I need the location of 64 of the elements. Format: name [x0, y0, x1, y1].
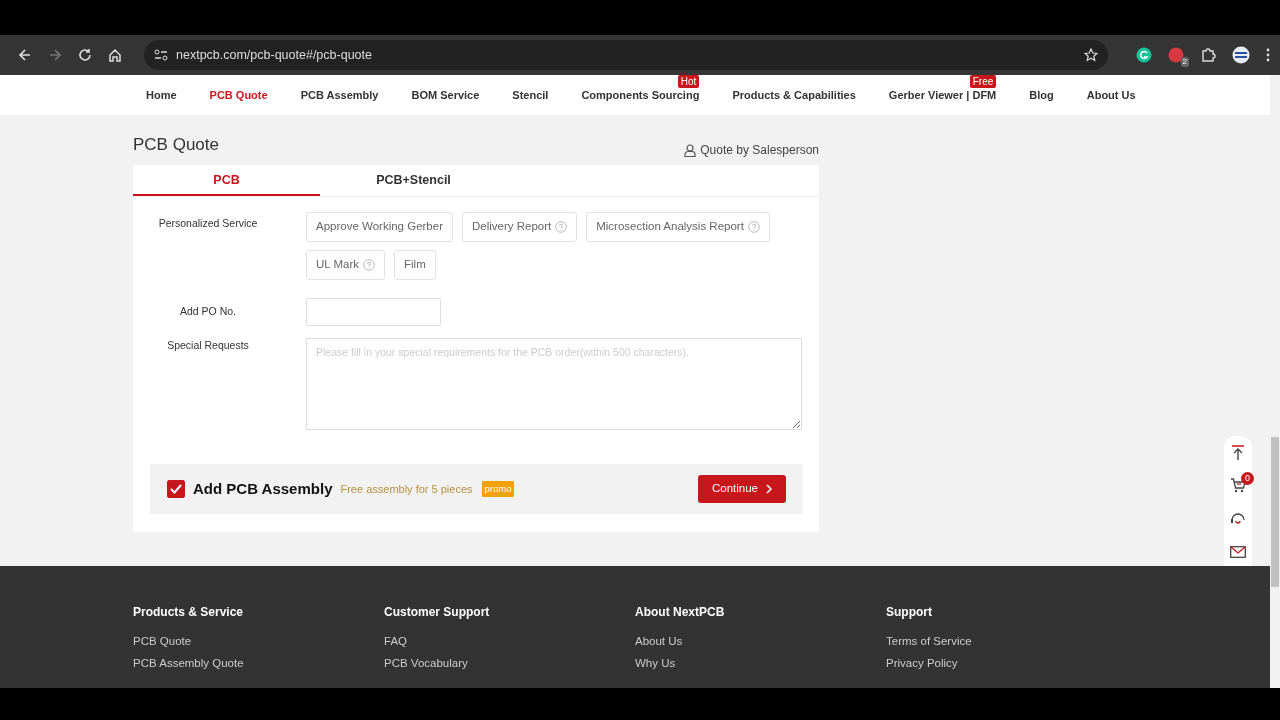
star-icon[interactable]: [1084, 48, 1098, 62]
service-option[interactable]: Microsection Analysis Report: [586, 212, 770, 242]
address-bar[interactable]: nextpcb.com/pcb-quote#/pcb-quote: [144, 40, 1108, 70]
nav-link[interactable]: Gerber Viewer | DFM: [888, 86, 997, 104]
profile-icon[interactable]: [1232, 46, 1250, 64]
extension-badge: 2: [1180, 57, 1189, 67]
service-option[interactable]: Approve Working Gerber: [306, 212, 453, 242]
footer-link[interactable]: PCB Quote: [133, 630, 384, 652]
promo-tag: promo: [481, 480, 515, 498]
extension-icon[interactable]: [1168, 47, 1184, 63]
nav-tag: Hot: [677, 75, 700, 88]
nav-link[interactable]: PCB Assembly: [300, 86, 379, 104]
footer-link[interactable]: Why Us: [635, 652, 886, 674]
assembly-label: Add PCB Assembly: [193, 478, 333, 499]
field-label: Add PO No.: [180, 304, 236, 319]
footer-link[interactable]: Privacy Policy: [886, 652, 1137, 674]
field-label: Special Requests: [167, 338, 249, 353]
nav-link[interactable]: Components Sourcing: [581, 86, 700, 104]
assembly-checkbox[interactable]: [167, 480, 185, 498]
chevron-icon: [766, 484, 772, 494]
footer-heading: Products & Service: [133, 604, 245, 621]
continue-button[interactable]: Continue: [698, 475, 786, 503]
nav-link[interactable]: Blog: [1029, 86, 1054, 104]
service-option[interactable]: Film: [394, 250, 436, 280]
po-number-input[interactable]: [306, 298, 441, 326]
more-icon[interactable]: [1266, 48, 1270, 62]
field-label: Personalized Service: [158, 216, 258, 231]
salesperson-link[interactable]: Quote by Salesperson: [684, 141, 819, 159]
tab[interactable]: PCB: [133, 165, 320, 196]
puzzle-icon[interactable]: [1200, 47, 1216, 63]
cart-icon[interactable]: [1230, 478, 1246, 493]
nav-link[interactable]: PCB Quote: [209, 86, 268, 104]
footer-link[interactable]: PCB Assembly Quote: [133, 652, 384, 674]
home-icon[interactable]: [108, 48, 122, 62]
site-settings-icon[interactable]: [154, 49, 168, 61]
mail-icon[interactable]: [1230, 545, 1246, 558]
grammar-extension-icon[interactable]: [1136, 47, 1152, 63]
footer-heading: Customer Support: [384, 604, 491, 621]
nav-link[interactable]: BOM Service: [411, 86, 480, 104]
footer-link[interactable]: Terms of Service: [886, 630, 1137, 652]
nav-tag: Free: [969, 75, 997, 88]
footer-heading: Support: [886, 604, 933, 621]
promo-note: Free assembly for 5 pieces: [340, 481, 473, 497]
footer-heading: About NextPCB: [635, 604, 726, 621]
scrollbar-thumb[interactable]: [1271, 437, 1279, 587]
page-title: PCB Quote: [133, 134, 219, 156]
headset-icon[interactable]: [1230, 510, 1246, 527]
nav-link[interactable]: About Us: [1086, 86, 1136, 104]
tab[interactable]: PCB+Stencil: [320, 165, 507, 196]
person-icon: [684, 143, 697, 157]
url-text: nextpcb.com/pcb-quote#/pcb-quote: [176, 46, 372, 64]
service-option[interactable]: UL Mark: [306, 250, 386, 280]
cart-count: 0: [1241, 472, 1254, 485]
back-to-top-icon[interactable]: [1231, 444, 1245, 461]
nav-link[interactable]: Products & Capabilities: [732, 86, 856, 104]
footer-link[interactable]: About Us: [635, 630, 886, 652]
service-option[interactable]: Delivery Report: [462, 212, 578, 242]
footer-link[interactable]: FAQ: [384, 630, 635, 652]
forward-icon[interactable]: [48, 48, 62, 62]
nav-link[interactable]: Stencil: [512, 86, 549, 104]
back-icon[interactable]: [18, 48, 32, 62]
reload-icon[interactable]: [78, 48, 92, 62]
nav-link[interactable]: Home: [146, 86, 177, 104]
footer-link[interactable]: PCB Vocabulary: [384, 652, 635, 674]
